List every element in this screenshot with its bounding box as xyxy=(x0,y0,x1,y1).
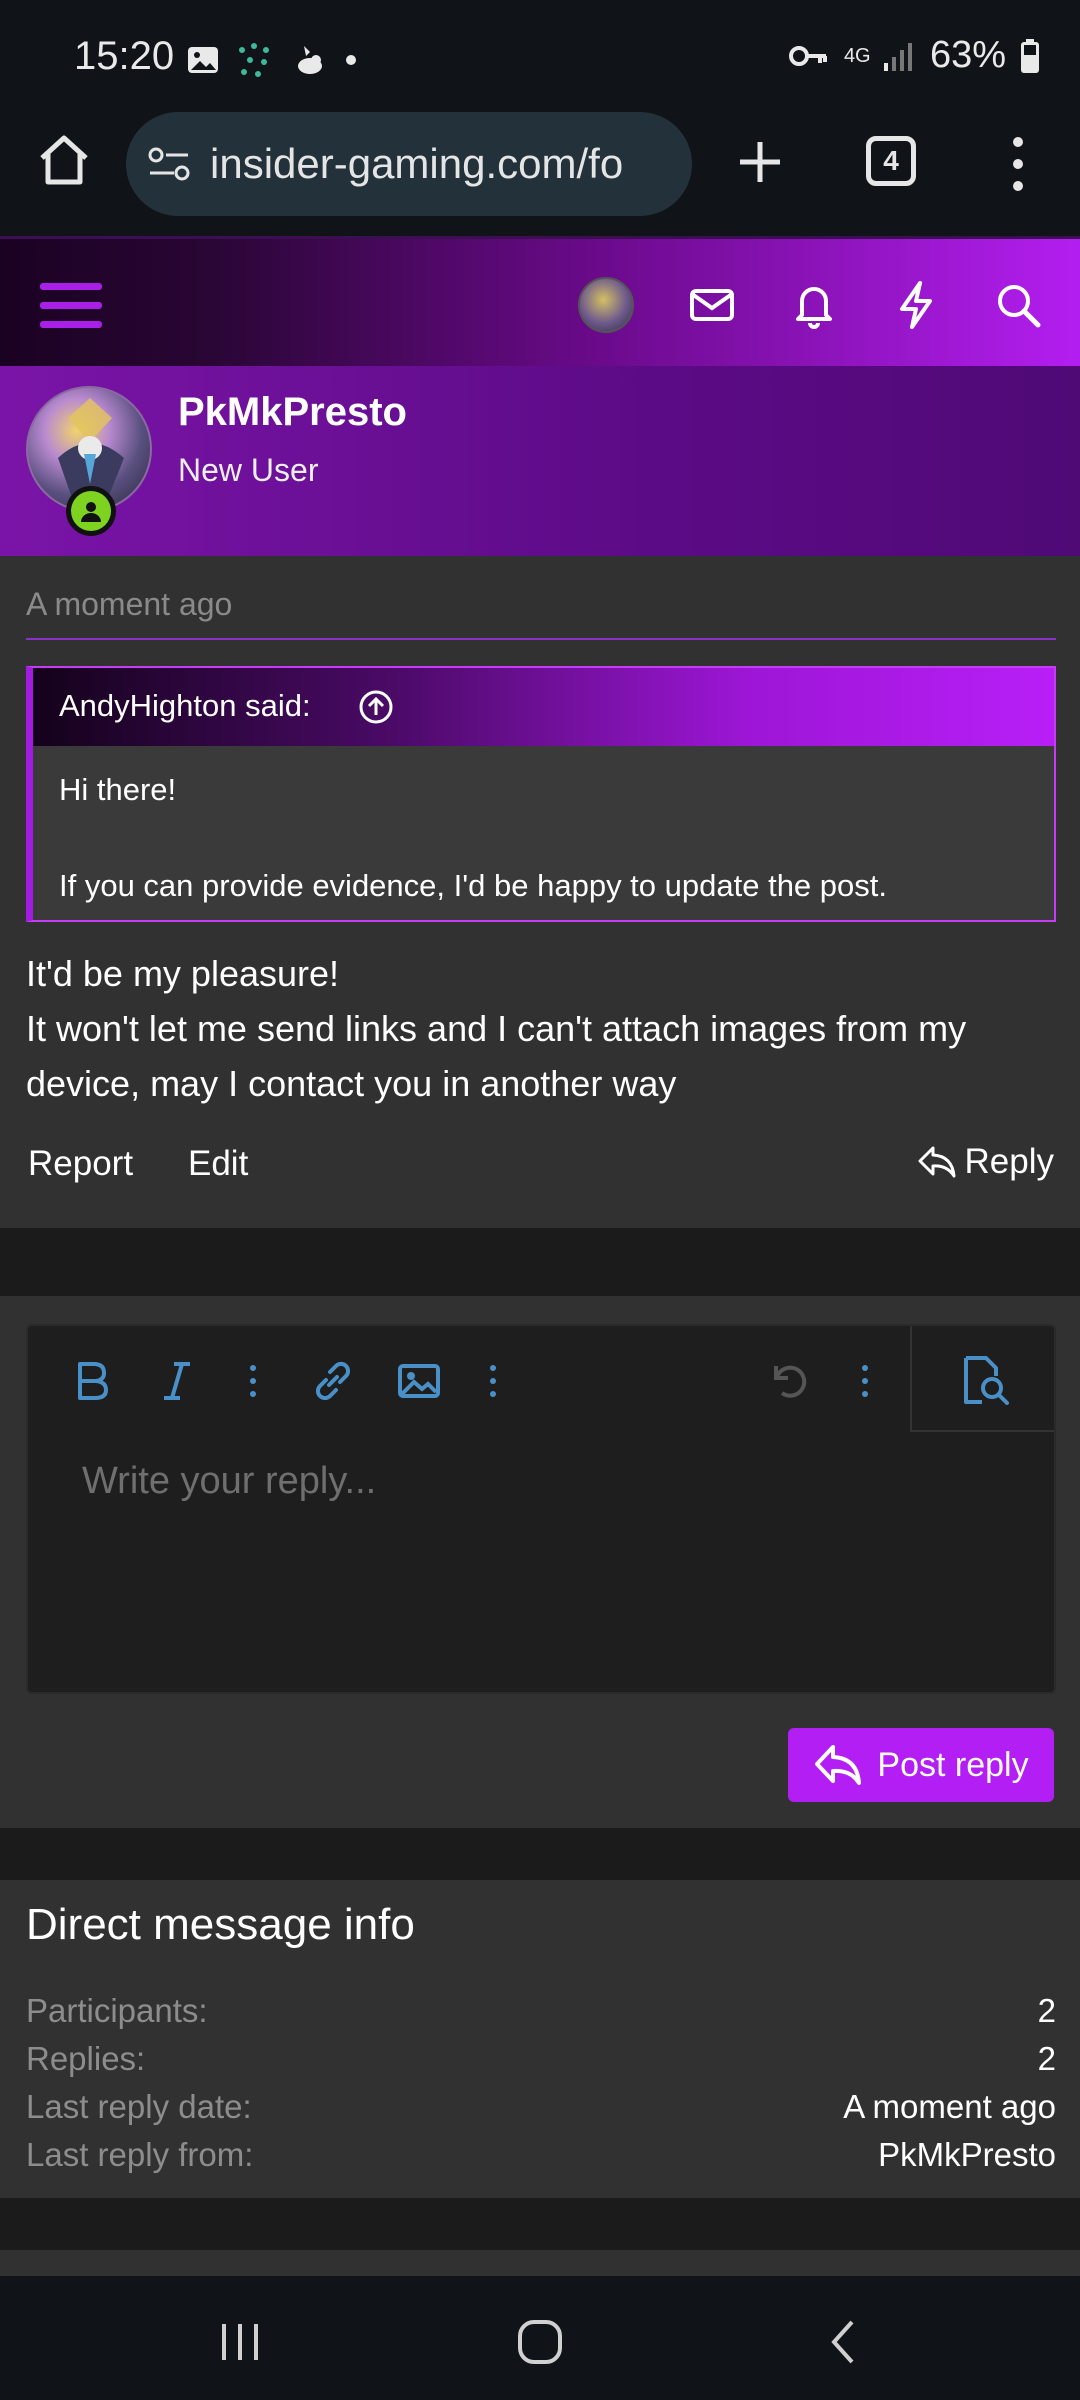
quote-line: Hi there! xyxy=(59,772,177,807)
post-reply-label: Post reply xyxy=(877,1745,1029,1784)
conversation-author: PkMkPresto New User xyxy=(0,366,1080,556)
url-text[interactable]: insider-gaming.com/fo xyxy=(210,140,678,188)
info-label: Last reply from: xyxy=(26,2136,254,2173)
home-nav-icon[interactable] xyxy=(510,2312,570,2372)
battery-percent: 63% xyxy=(929,34,1006,76)
key-icon xyxy=(788,45,827,66)
quote-body: Hi there! If you can provide evidence, I… xyxy=(59,766,1039,910)
message-actions: Report Edit Reply xyxy=(0,1134,1080,1194)
home-icon[interactable] xyxy=(36,132,92,188)
info-value: A moment ago xyxy=(843,2088,1056,2125)
battery-icon xyxy=(1021,38,1039,73)
last-reply-author[interactable]: PkMkPresto xyxy=(878,2136,1056,2174)
reply-editor: Write your reply... xyxy=(26,1324,1056,1694)
url-bar[interactable]: insider-gaming.com/fo xyxy=(126,112,692,216)
info-row: Last reply from: PkMkPresto xyxy=(26,2136,1056,2182)
image-icon[interactable] xyxy=(394,1356,444,1406)
status-right: 4G 63% xyxy=(788,34,1040,77)
info-row: Replies: 2 xyxy=(26,2040,1056,2086)
quote-block: AndyHighton said: Hi there! If you can p… xyxy=(26,666,1056,922)
browser-menu-icon[interactable] xyxy=(1000,134,1036,194)
more-format-icon[interactable] xyxy=(228,1356,278,1406)
post-reply-button[interactable]: Post reply xyxy=(788,1728,1054,1802)
mail-icon[interactable] xyxy=(684,277,740,333)
direct-message-info: Direct message info Participants: 2 Repl… xyxy=(0,1880,1080,2198)
online-status-icon xyxy=(66,486,116,536)
quote-header: AndyHighton said: xyxy=(33,668,1054,746)
message-line: It'd be my pleasure! xyxy=(26,953,340,994)
info-label: Replies: xyxy=(26,2040,146,2077)
quote-line: If you can provide evidence, I'd be happ… xyxy=(59,868,887,903)
back-icon[interactable] xyxy=(814,2312,874,2372)
message-timestamp[interactable]: A moment ago xyxy=(26,586,232,623)
message-post: A moment ago AndyHighton said: Hi there!… xyxy=(0,556,1080,1228)
info-value: 2 xyxy=(1037,2040,1056,2077)
divider xyxy=(26,638,1056,640)
reply-icon xyxy=(918,1146,956,1178)
new-tab-icon[interactable] xyxy=(732,134,788,190)
hamburger-menu-icon[interactable] xyxy=(40,283,102,329)
reply-label: Reply xyxy=(964,1142,1054,1181)
link-icon[interactable] xyxy=(308,1356,358,1406)
preview-toggle[interactable] xyxy=(910,1326,1054,1432)
recent-apps-icon[interactable] xyxy=(210,2312,270,2372)
undo-icon[interactable] xyxy=(764,1356,814,1406)
next-block-edge xyxy=(0,2250,1080,2276)
reply-link[interactable]: Reply xyxy=(917,1142,1054,1182)
info-value: 2 xyxy=(1037,1992,1056,2029)
signal-icon xyxy=(883,42,912,71)
report-link[interactable]: Report xyxy=(28,1144,133,1184)
author-role: New User xyxy=(178,452,319,488)
system-navigation-bar xyxy=(0,2276,1080,2400)
tab-switcher-button[interactable]: 4 xyxy=(866,136,916,186)
app-notification-icon xyxy=(298,46,322,74)
italic-icon[interactable] xyxy=(152,1356,202,1406)
network-type: 4G xyxy=(843,44,871,67)
more-insert-icon[interactable] xyxy=(468,1356,518,1406)
message-text: It'd be my pleasure! It won't let me sen… xyxy=(26,946,1056,1111)
reply-editor-section: Write your reply... Post reply xyxy=(0,1296,1080,1828)
info-row: Last reply date: A moment ago xyxy=(26,2088,1056,2134)
message-line: It won't let me send links and I can't a… xyxy=(26,1008,967,1104)
dots-app-icon xyxy=(239,43,269,77)
browser-toolbar: insider-gaming.com/fo 4 xyxy=(0,110,1080,236)
site-header xyxy=(0,236,1080,366)
quote-author[interactable]: AndyHighton said: xyxy=(59,688,311,724)
post-reply-icon xyxy=(815,1745,862,1785)
notification-icons xyxy=(186,40,358,80)
gallery-icon xyxy=(188,47,218,73)
more-options-icon[interactable] xyxy=(840,1356,890,1406)
lightning-icon[interactable] xyxy=(888,277,944,333)
status-time: 15:20 xyxy=(74,34,175,78)
edit-link[interactable]: Edit xyxy=(188,1144,248,1184)
more-notifications-dot xyxy=(346,55,356,65)
status-bar: 15:20 4G 63% xyxy=(0,0,1080,110)
info-title: Direct message info xyxy=(26,1900,415,1949)
author-name[interactable]: PkMkPresto xyxy=(178,390,407,435)
user-avatar[interactable] xyxy=(578,277,634,333)
info-row: Participants: 2 xyxy=(26,1992,1056,2038)
info-label: Last reply date: xyxy=(26,2088,252,2125)
reply-input[interactable]: Write your reply... xyxy=(82,1460,376,1503)
search-icon[interactable] xyxy=(990,277,1046,333)
preview-icon xyxy=(964,1356,1009,1405)
site-settings-icon[interactable] xyxy=(148,146,192,182)
bell-icon[interactable] xyxy=(786,277,842,333)
info-label: Participants: xyxy=(26,1992,208,2029)
jump-to-quote-icon[interactable] xyxy=(357,688,395,726)
bold-icon[interactable] xyxy=(66,1356,116,1406)
